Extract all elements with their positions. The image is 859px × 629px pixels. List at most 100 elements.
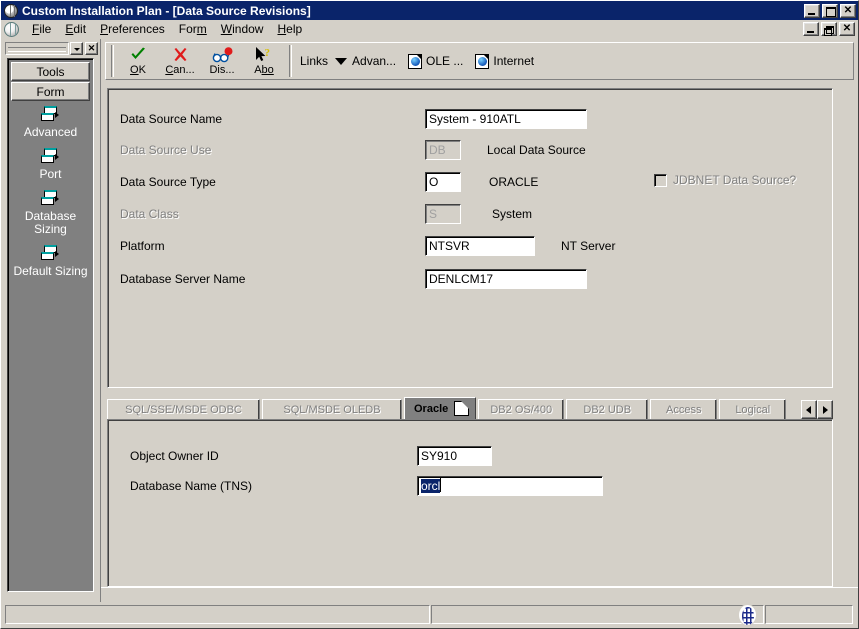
tab-db2-os400[interactable]: DB2 OS/400 bbox=[478, 399, 565, 419]
sidebar-item-default-sizing[interactable]: Default Sizing bbox=[10, 245, 91, 278]
globe-doc-icon bbox=[408, 53, 423, 69]
data-source-form-panel: Data Source Name System - 910ATL Data So… bbox=[107, 88, 833, 388]
menu-item-file-label: ile bbox=[39, 22, 52, 36]
sidebar-tab-tools[interactable]: Tools bbox=[11, 62, 90, 81]
x-icon bbox=[173, 46, 188, 63]
data-source-name-label: Data Source Name bbox=[120, 112, 223, 126]
mdi-close-button[interactable]: ✕ bbox=[839, 22, 855, 36]
data-class-label: Data Class bbox=[120, 207, 179, 221]
tab-strip: SQL/SSE/MSDE ODBC SQL/MSDE OLEDB Oracle … bbox=[107, 397, 833, 419]
mdi-window-controls: ✕ bbox=[803, 22, 855, 36]
toolbar: OK Can... Dis... ? Abo Links Advan... OL… bbox=[105, 42, 854, 80]
tab-oracle-label: Oracle bbox=[414, 402, 449, 415]
menu-item-edit[interactable]: Edit bbox=[58, 21, 93, 37]
toolbar-divider bbox=[289, 45, 292, 77]
link-advanced-label: Advan... bbox=[352, 54, 397, 68]
display-button[interactable]: Dis... bbox=[201, 44, 243, 78]
display-button-label: Dis... bbox=[209, 64, 235, 76]
data-class-description: System bbox=[492, 207, 533, 221]
tab-sql-sse-msde-odbc[interactable]: SQL/SSE/MSDE ODBC bbox=[107, 399, 260, 419]
sidebar-close-button[interactable]: ✕ bbox=[85, 42, 98, 55]
sidebar-item-label: Database Sizing bbox=[24, 209, 77, 236]
sidebar-item-label: Advanced bbox=[23, 125, 78, 139]
menu-item-form[interactable]: Form bbox=[172, 21, 214, 37]
body-region: ✕ Tools Form Advanced Port Database Sizi… bbox=[1, 39, 858, 602]
sidebar-combo[interactable] bbox=[5, 42, 69, 55]
menu-item-help[interactable]: Help bbox=[270, 21, 309, 37]
chevron-down-icon[interactable] bbox=[70, 42, 83, 55]
ok-button[interactable]: OK bbox=[117, 44, 159, 78]
sidebar-item-label: Port bbox=[39, 167, 62, 181]
mdi-restore-button[interactable] bbox=[821, 22, 837, 36]
menu-item-preferences[interactable]: Preferences bbox=[93, 21, 172, 37]
link-ole-label: OLE ... bbox=[426, 54, 464, 68]
database-name-tns-label: Database Name (TNS) bbox=[130, 479, 253, 493]
status-bar bbox=[1, 602, 858, 628]
cancel-button-label: Can... bbox=[165, 64, 195, 76]
globe-doc-icon bbox=[475, 53, 490, 69]
sidebar-item-database-sizing[interactable]: Database Sizing bbox=[10, 190, 91, 236]
close-button[interactable]: ✕ bbox=[840, 3, 856, 18]
jdbnet-checkbox-row: JDBNET Data Source? bbox=[654, 173, 796, 187]
title-bar: Custom Installation Plan - [Data Source … bbox=[1, 1, 858, 20]
field-row-data-source-name: Data Source Name System - 910ATL bbox=[120, 109, 587, 129]
minimize-button[interactable] bbox=[804, 3, 820, 18]
data-source-type-label: Data Source Type bbox=[120, 175, 216, 189]
links-label: Links bbox=[300, 54, 329, 68]
link-internet[interactable]: Internet bbox=[475, 53, 535, 69]
menu-item-window[interactable]: Window bbox=[214, 21, 271, 37]
sidebar-item-label: Default Sizing bbox=[13, 264, 88, 278]
database-name-tns-input[interactable]: orcl bbox=[417, 476, 603, 496]
data-source-use-description: Local Data Source bbox=[487, 143, 586, 157]
sidebar-item-port[interactable]: Port bbox=[10, 148, 91, 181]
data-source-name-input[interactable]: System - 910ATL bbox=[425, 109, 587, 129]
form-icon bbox=[40, 148, 62, 166]
cancel-button[interactable]: Can... bbox=[159, 44, 201, 78]
tab-next-button[interactable] bbox=[817, 400, 833, 419]
tab-logical[interactable]: Logical bbox=[719, 399, 787, 419]
toolbar-divider bbox=[111, 45, 114, 77]
link-ole[interactable]: OLE ... bbox=[408, 53, 464, 69]
field-row-platform: Platform NTSVR NT Server bbox=[120, 236, 615, 256]
data-source-type-input[interactable]: O bbox=[425, 172, 461, 192]
sidebar-item-advanced[interactable]: Advanced bbox=[10, 106, 91, 139]
data-class-input: S bbox=[425, 204, 461, 224]
tab-access[interactable]: Access bbox=[650, 399, 718, 419]
jdbnet-checkbox-label: JDBNET Data Source? bbox=[673, 173, 797, 187]
data-source-use-label: Data Source Use bbox=[120, 143, 212, 157]
svg-text:?: ? bbox=[264, 47, 270, 59]
status-cell-2 bbox=[431, 603, 764, 626]
form-icon bbox=[40, 190, 62, 208]
maximize-button[interactable] bbox=[822, 3, 838, 18]
mdi-globe-icon bbox=[4, 21, 19, 37]
link-internet-label: Internet bbox=[493, 54, 535, 68]
check-icon bbox=[130, 46, 147, 63]
globe-icon bbox=[738, 603, 757, 626]
glasses-icon bbox=[212, 46, 233, 63]
platform-input[interactable]: NTSVR bbox=[425, 236, 535, 256]
sidebar-tab-form[interactable]: Form bbox=[11, 82, 90, 101]
menu-item-file[interactable]: File bbox=[25, 21, 58, 37]
data-source-use-input: DB bbox=[425, 140, 461, 160]
data-source-type-description: ORACLE bbox=[489, 175, 539, 189]
object-owner-id-input[interactable]: SY910 bbox=[417, 446, 492, 466]
platform-label: Platform bbox=[120, 239, 165, 253]
tab-prev-button[interactable] bbox=[801, 400, 817, 419]
globe-icon bbox=[4, 3, 18, 18]
database-server-name-input[interactable]: DENLCM17 bbox=[425, 269, 587, 289]
form-icon bbox=[40, 106, 62, 124]
sidebar-panel: Tools Form Advanced Port Database Sizing bbox=[7, 58, 94, 592]
tab-oracle[interactable]: Oracle bbox=[404, 397, 477, 419]
sidebar-items: Advanced Port Database Sizing Default Si… bbox=[10, 106, 91, 287]
about-button[interactable]: ? Abo bbox=[243, 44, 285, 78]
mdi-minimize-button[interactable] bbox=[803, 22, 819, 36]
tab-db2-udb[interactable]: DB2 UDB bbox=[566, 399, 649, 419]
tab-nav-buttons bbox=[801, 400, 833, 419]
link-advanced[interactable]: Advan... bbox=[335, 54, 396, 68]
tab-sql-msde-oledb[interactable]: SQL/MSDE OLEDB bbox=[262, 399, 402, 419]
links-group: Links Advan... OLE ... Internet bbox=[295, 44, 546, 78]
sidebar: ✕ Tools Form Advanced Port Database Sizi… bbox=[1, 39, 100, 602]
client-area: OK Can... Dis... ? Abo Links Advan... OL… bbox=[100, 39, 858, 602]
oracle-tab-panel: Object Owner ID SY910 Database Name (TNS… bbox=[107, 419, 833, 587]
platform-description: NT Server bbox=[561, 239, 616, 253]
